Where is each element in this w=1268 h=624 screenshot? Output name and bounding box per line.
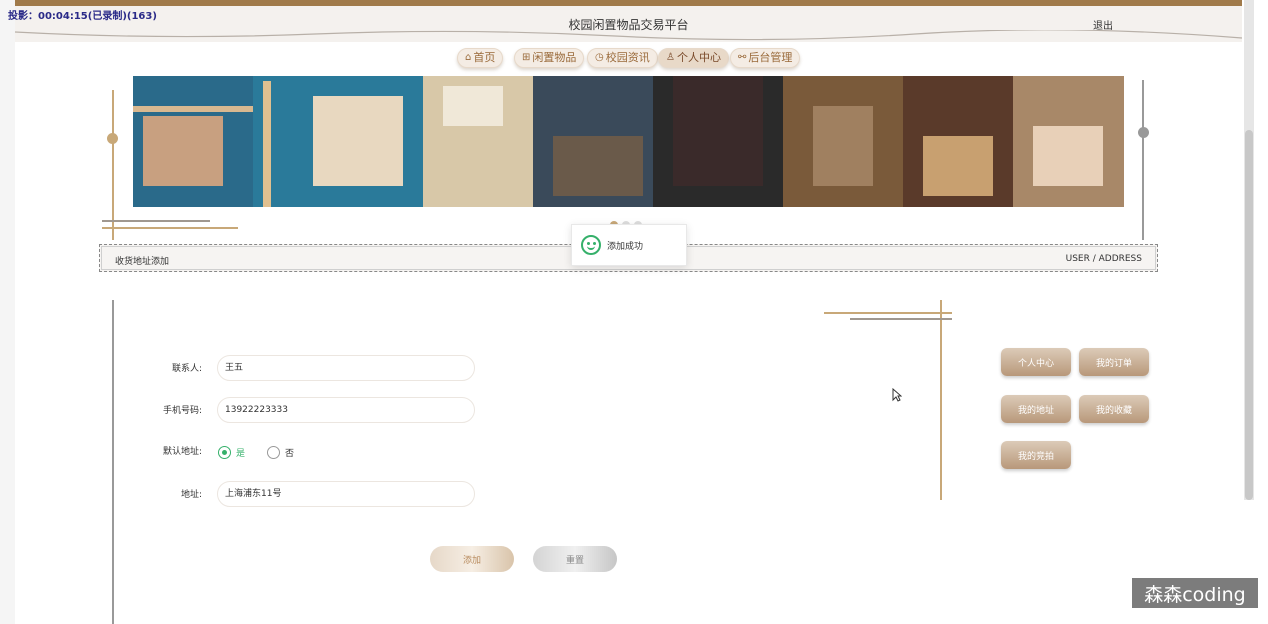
- link-icon: ⚯: [738, 52, 747, 63]
- page: 校园闲置物品交易平台 退出 投影：00:04:15(已录制)(163) ⌂ 首页…: [0, 0, 1268, 624]
- address-row: 地址: 上海浦东11号: [0, 481, 900, 507]
- reset-button[interactable]: 重置: [533, 546, 617, 572]
- default-address-label: 默认地址:: [162, 447, 202, 457]
- nav-home[interactable]: ⌂ 首页: [457, 48, 504, 68]
- recording-timer: 投影：00:04:15(已录制)(163): [8, 11, 157, 22]
- default-no-radio[interactable]: 否: [267, 446, 294, 459]
- radio-checked-icon: [218, 446, 231, 459]
- nav-personal-center[interactable]: ♙ 个人中心: [658, 48, 729, 68]
- shop-interior-image: [133, 76, 1124, 207]
- default-yes-radio[interactable]: 是: [218, 446, 245, 459]
- watermark: 森森coding: [1132, 578, 1258, 608]
- deco-line: [112, 90, 114, 240]
- default-address-row: 默认地址: 是 否: [0, 440, 900, 466]
- contact-label: 联系人:: [171, 364, 202, 374]
- smile-icon: [581, 235, 601, 255]
- mouse-cursor-icon: [892, 388, 902, 402]
- phone-input[interactable]: 13922223333: [217, 397, 475, 423]
- nav-label: 闲置物品: [532, 51, 577, 64]
- deco-dot: [107, 133, 118, 144]
- toast-message: 添加成功: [607, 241, 644, 252]
- clock-icon: ◷: [595, 52, 604, 63]
- deco-line: [850, 318, 952, 320]
- form-divider-right: [940, 300, 942, 500]
- address-label: 地址:: [180, 490, 202, 500]
- header-wave-decoration: [15, 30, 1242, 41]
- address-input[interactable]: 上海浦东11号: [217, 481, 475, 507]
- deco-line: [102, 220, 210, 222]
- deco-line: [1142, 80, 1144, 240]
- nav-idle-items[interactable]: ⊞ 闲置物品: [514, 48, 585, 68]
- grid-icon: ⊞: [522, 52, 531, 63]
- breadcrumb-title: 收货地址添加: [115, 257, 170, 267]
- banner-carousel-image[interactable]: [133, 76, 1124, 207]
- side-my-favorites-button[interactable]: 我的收藏: [1079, 395, 1149, 423]
- nav-label: 个人中心: [676, 51, 721, 64]
- success-toast: 添加成功: [571, 224, 687, 266]
- contact-row: 联系人: 王五: [0, 355, 900, 381]
- phone-row: 手机号码: 13922223333: [0, 397, 900, 423]
- breadcrumb-path: USER / ADDRESS: [1065, 254, 1142, 264]
- side-my-address-button[interactable]: 我的地址: [1001, 395, 1071, 423]
- address-form-area: 联系人: 王五 手机号码: 13922223333 默认地址: 是 否 地址: …: [0, 300, 1268, 624]
- banner-area: [0, 72, 1268, 242]
- user-icon: ♙: [666, 52, 675, 63]
- deco-dot: [1138, 127, 1149, 138]
- radio-unchecked-icon: [267, 446, 281, 459]
- nav-campus-news[interactable]: ◷ 校园资讯: [587, 48, 658, 68]
- default-address-radio-group: 是 否: [218, 446, 294, 459]
- deco-line: [102, 227, 238, 229]
- side-my-bids-button[interactable]: 我的竞拍: [1001, 441, 1071, 469]
- main-nav: ⌂ 首页 ⊞ 闲置物品 ◷ 校园资讯 ♙ 个人中心 ⚯ 后台管理: [0, 48, 1268, 70]
- side-my-orders-button[interactable]: 我的订单: [1079, 348, 1149, 376]
- home-icon: ⌂: [465, 52, 472, 63]
- nav-label: 首页: [473, 51, 496, 64]
- radio-label: 否: [285, 449, 295, 459]
- contact-input[interactable]: 王五: [217, 355, 475, 381]
- nav-label: 后台管理: [748, 51, 793, 64]
- deco-line: [824, 312, 952, 314]
- side-personal-center-button[interactable]: 个人中心: [1001, 348, 1071, 376]
- add-button[interactable]: 添加: [430, 546, 514, 572]
- nav-label: 校园资讯: [605, 51, 650, 64]
- radio-label: 是: [236, 449, 246, 459]
- phone-label: 手机号码:: [162, 406, 202, 416]
- nav-admin[interactable]: ⚯ 后台管理: [730, 48, 801, 68]
